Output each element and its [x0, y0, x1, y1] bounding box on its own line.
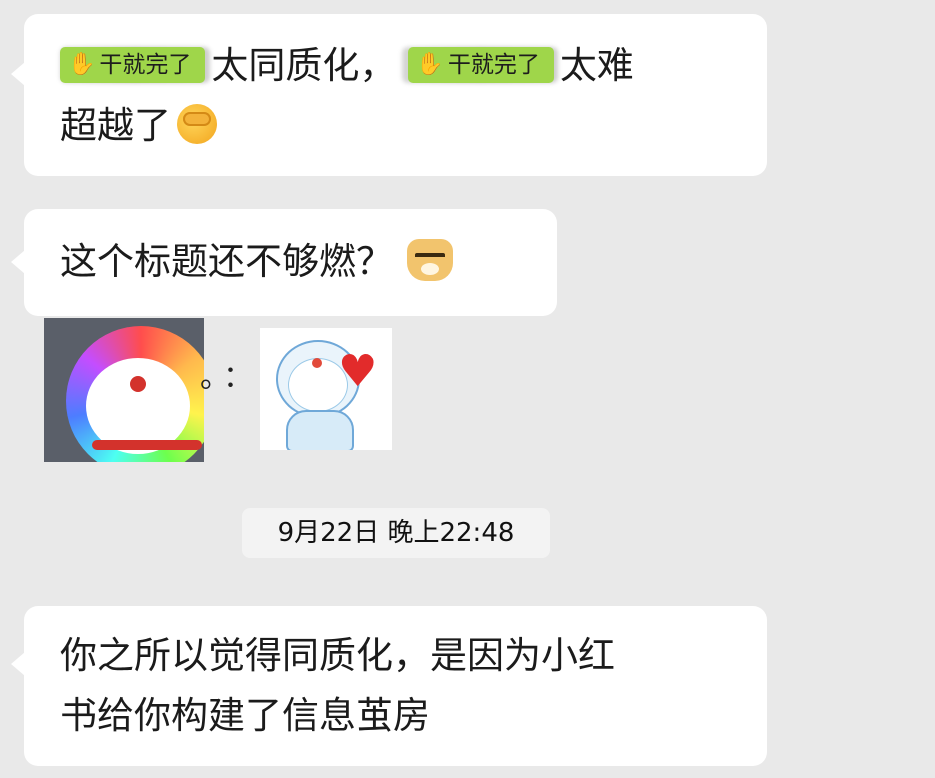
message-1-line-2: 超越了	[60, 96, 737, 156]
sticker-label-2: 干就完了	[447, 51, 540, 78]
message-3-line-1: 你之所以觉得同质化，是因为小红	[60, 634, 615, 677]
doge-emoji-icon	[407, 238, 453, 281]
hand-icon: ✋	[68, 51, 96, 77]
doraemon-collar	[92, 440, 202, 450]
message-1-segment-2: 太难	[559, 44, 634, 87]
doraemon-body	[286, 410, 354, 450]
rainbow-doraemon-image[interactable]	[44, 318, 204, 462]
doraemon-heart-sticker-image[interactable]: ♥	[260, 328, 392, 450]
message-timestamp: 9月22日 晚上22:48	[242, 508, 550, 558]
image-separator-text: 。：	[200, 360, 261, 395]
sticker-label-1: 干就完了	[99, 51, 192, 78]
sticker-badge-1: ✋ 干就完了	[60, 46, 206, 83]
heart-icon: ♥	[338, 346, 378, 397]
message-1-line-2-text: 超越了	[60, 104, 171, 147]
doraemon-nose	[312, 358, 322, 368]
hand-icon: ✋	[416, 51, 444, 77]
message-3-line-2: 书给你构建了信息茧房	[60, 694, 430, 737]
message-bubble-1[interactable]: ✋ 干就完了 太同质化， ✋ 干就完了 太难 超越了	[11, 14, 767, 176]
message-bubble-2[interactable]: 这个标题还不够燃？	[11, 209, 557, 316]
message-2-text: 这个标题还不够燃？	[60, 240, 393, 283]
message-1-line-1: ✋ 干就完了 太同质化， ✋ 干就完了 太难	[60, 36, 737, 96]
facepalm-emoji-icon	[177, 103, 217, 144]
message-1-segment-1: 太同质化，	[211, 44, 397, 87]
sticker-badge-2: ✋ 干就完了	[408, 46, 554, 83]
message-2-line: 这个标题还不够燃？	[60, 232, 527, 292]
doraemon-nose	[130, 376, 146, 392]
message-bubble-3[interactable]: 你之所以觉得同质化，是因为小红 书给你构建了信息茧房	[11, 606, 767, 766]
